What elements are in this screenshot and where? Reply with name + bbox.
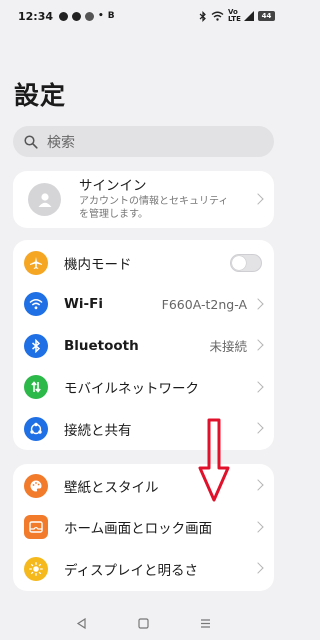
settings-item-label: ディスプレイと明るさ xyxy=(64,562,199,579)
notification-b-icon: B xyxy=(107,11,115,21)
airplane-mode-toggle[interactable] xyxy=(230,254,262,272)
notification-icon xyxy=(59,11,69,21)
home-screen-icon xyxy=(24,515,48,540)
palette-icon xyxy=(24,473,48,498)
avatar xyxy=(28,183,61,216)
settings-item-label: Wi-Fi xyxy=(64,296,103,313)
mobile-network-icon xyxy=(24,375,48,400)
bluetooth-icon xyxy=(24,333,48,358)
wifi-status-icon xyxy=(211,11,224,21)
notification-icon xyxy=(85,11,95,21)
recents-menu-icon[interactable] xyxy=(200,618,211,629)
search-icon xyxy=(24,134,38,149)
settings-item-mobile-network[interactable]: モバイルネットワーク xyxy=(13,367,274,409)
settings-item-home-lock-screen[interactable]: ホーム画面とロック画面 xyxy=(13,507,274,549)
status-time: 12:34 xyxy=(18,9,54,23)
settings-item-airplane-mode[interactable]: 機内モード xyxy=(13,242,274,284)
settings-item-label: ホーム画面とロック画面 xyxy=(64,521,213,538)
settings-item-label: Bluetooth xyxy=(64,337,139,354)
settings-item-wallpaper-style[interactable]: 壁紙とスタイル xyxy=(13,465,274,507)
search-input[interactable]: 検索 xyxy=(13,126,274,157)
settings-item-label: 機内モード xyxy=(64,256,132,273)
annotation-arrow-icon xyxy=(198,418,230,502)
bluetooth-status: 未接続 xyxy=(209,339,247,355)
chevron-right-icon xyxy=(252,297,264,310)
notification-icon xyxy=(72,11,82,21)
signin-card[interactable]: サインイン アカウントの情報とセキュリティ を管理します。 xyxy=(13,171,274,228)
settings-item-label: 接続と共有 xyxy=(64,422,132,439)
chevron-right-icon xyxy=(252,520,264,533)
signin-title: サインイン xyxy=(79,178,147,194)
settings-item-label: 壁紙とスタイル xyxy=(64,479,159,496)
chevron-right-icon xyxy=(252,193,264,205)
settings-item-connection-sharing[interactable]: 接続と共有 xyxy=(13,408,274,450)
signal-icon xyxy=(244,11,254,21)
search-placeholder: 検索 xyxy=(47,134,75,151)
person-icon xyxy=(38,192,51,207)
airplane-icon xyxy=(24,250,48,275)
page-title: 設定 xyxy=(14,81,67,110)
navigation-bar xyxy=(0,607,287,640)
chevron-right-icon xyxy=(252,422,264,434)
bluetooth-status-icon xyxy=(199,10,206,22)
brightness-icon xyxy=(24,556,48,581)
volte-icon: Vo LTE xyxy=(228,8,241,23)
chevron-right-icon xyxy=(252,380,264,393)
more-notifications-icon: • xyxy=(98,11,104,21)
back-icon[interactable] xyxy=(76,618,87,629)
display-settings-card: 壁紙とスタイル ホーム画面とロック画面 ディスプレイと明るさ xyxy=(13,464,274,591)
settings-item-label: モバイルネットワーク xyxy=(64,381,199,398)
share-icon xyxy=(24,416,48,441)
chevron-right-icon xyxy=(252,339,264,351)
chevron-right-icon xyxy=(252,479,264,491)
settings-item-wifi[interactable]: Wi-Fi F660A-t2ng-A xyxy=(13,284,274,326)
home-icon[interactable] xyxy=(138,618,149,629)
settings-item-display-brightness[interactable]: ディスプレイと明るさ xyxy=(13,548,274,590)
network-settings-card: 機内モード Wi-Fi F660A-t2ng-A Bluetooth 未接続 モ… xyxy=(13,240,274,450)
signin-subtitle: を管理します。 xyxy=(79,209,148,220)
settings-item-bluetooth[interactable]: Bluetooth 未接続 xyxy=(13,325,274,367)
wifi-network-name: F660A-t2ng-A xyxy=(161,296,247,312)
chevron-right-icon xyxy=(252,562,264,574)
status-bar: 12:34 • B Vo LTE 44 xyxy=(0,0,287,32)
signin-subtitle: アカウントの情報とセキュリティ xyxy=(79,196,229,207)
battery-icon: 44 xyxy=(258,11,275,21)
wifi-icon xyxy=(24,292,48,317)
